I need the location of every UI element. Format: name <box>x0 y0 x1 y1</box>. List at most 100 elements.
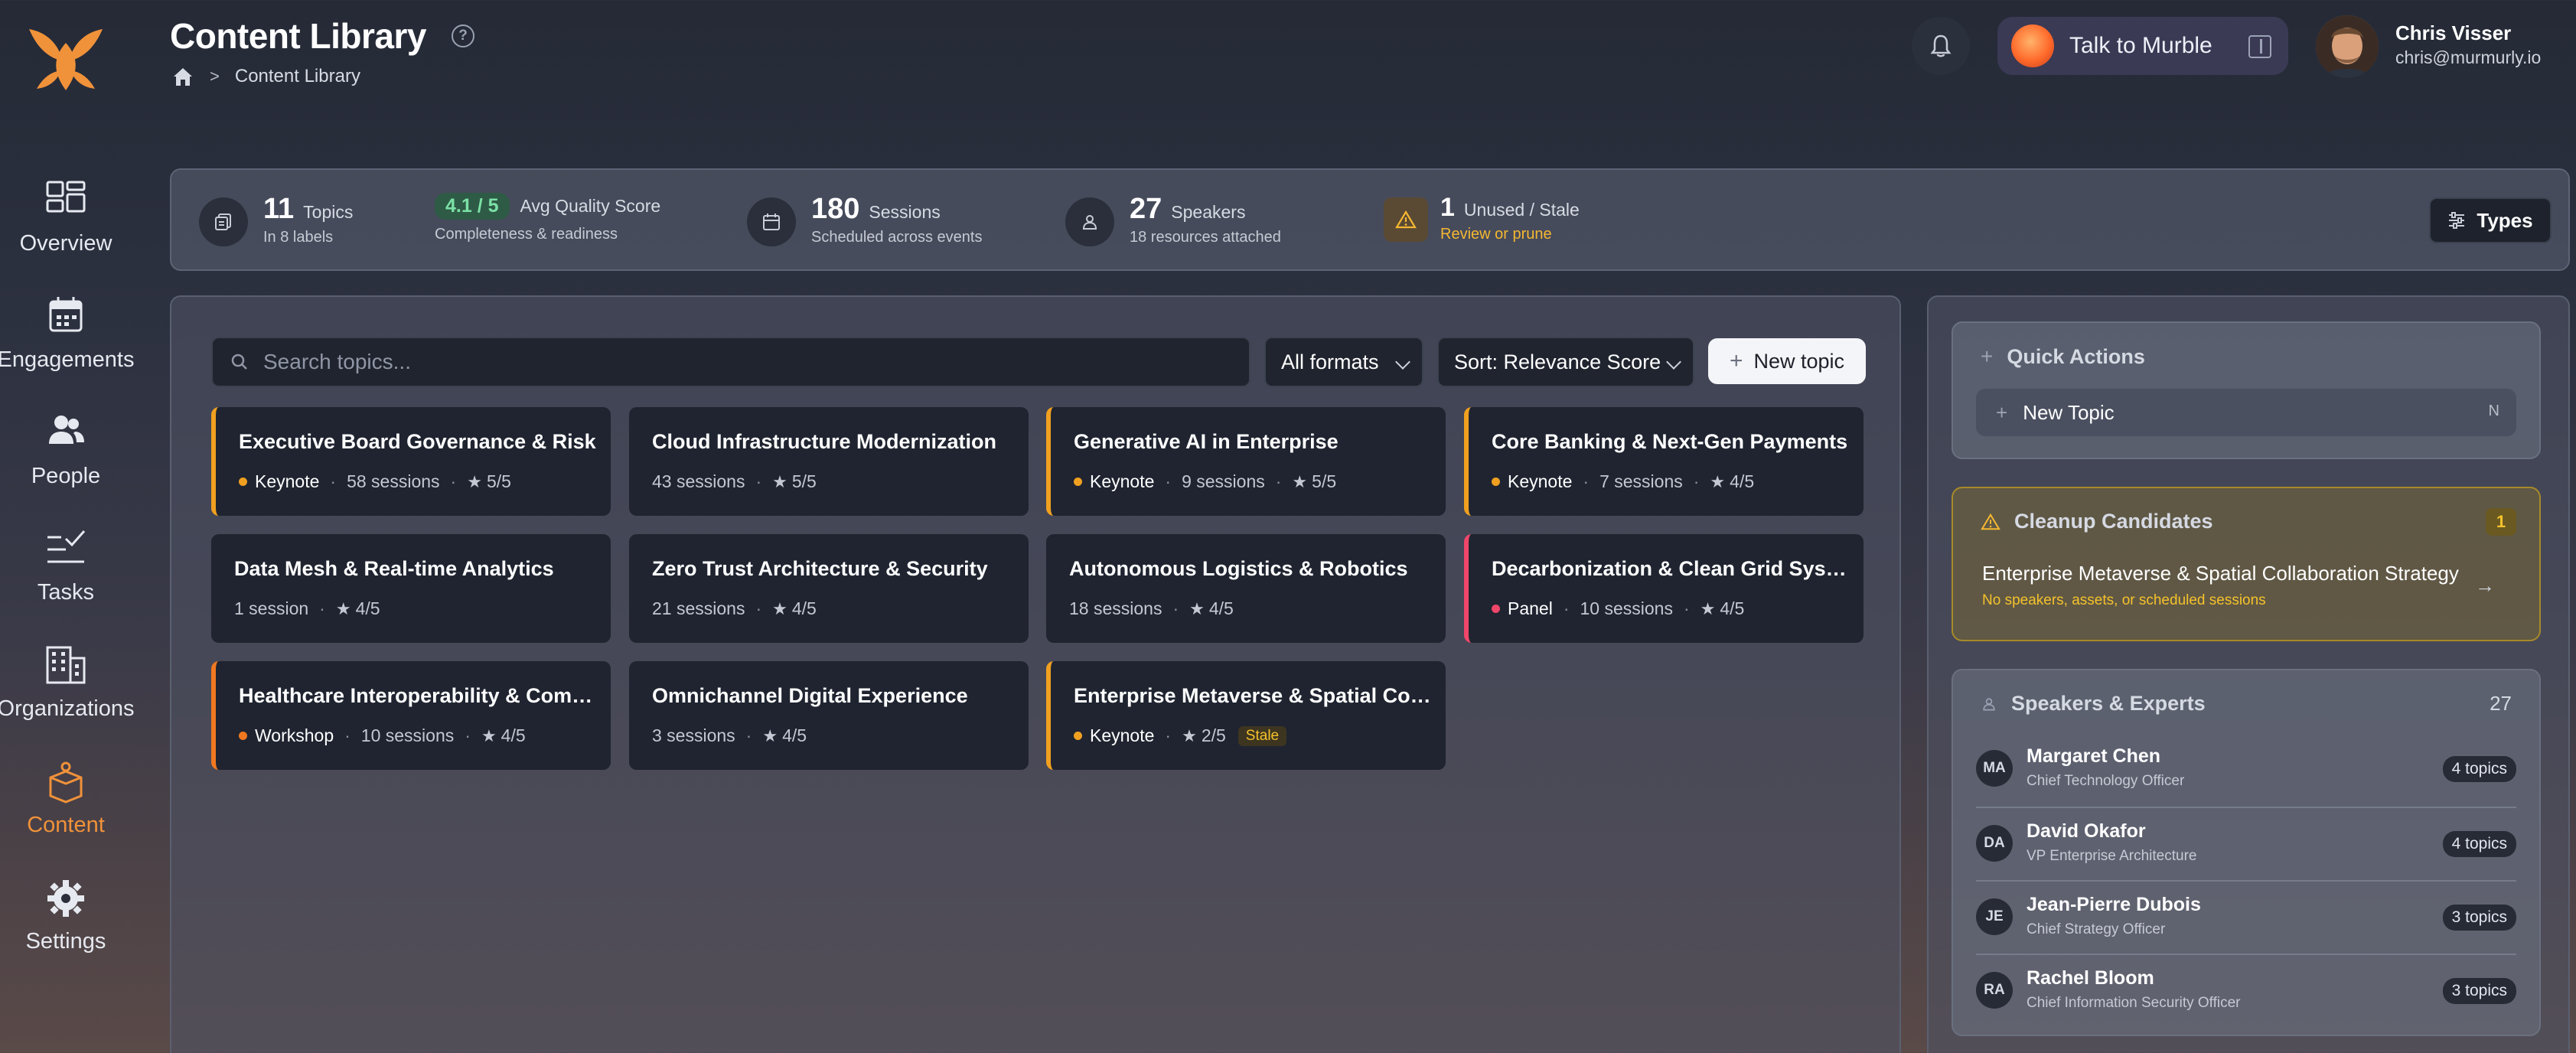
speaker-row[interactable]: DA David Okafor VP Enterprise Architecture… <box>1976 807 2516 880</box>
topic-sessions: 21 sessions <box>652 598 745 618</box>
speaker-role: Chief Information Security Officer <box>2027 995 2241 1011</box>
star-icon: ★ <box>1189 599 1205 618</box>
nav-label: Overview <box>19 231 112 256</box>
topic-card[interactable]: Healthcare Interoperability & Compli... W… <box>211 661 611 770</box>
speakers-card: Speakers & Experts 27 MA Margaret Chen Chi… <box>1952 669 2541 1036</box>
nav-settings[interactable]: Settings <box>0 877 132 976</box>
topic-card[interactable]: Data Mesh & Real-time Analytics 1 session… <box>211 534 611 643</box>
topic-title: Core Banking & Next-Gen Payments <box>1492 430 1848 453</box>
types-button[interactable]: Types <box>2429 197 2552 243</box>
topic-format-label: Keynote <box>255 471 320 491</box>
stat-sub: 18 resources attached <box>1130 229 1281 246</box>
breadcrumb-current: Content Library <box>234 66 360 86</box>
new-topic-button[interactable]: + New topic <box>1708 338 1866 384</box>
sort-select[interactable]: Sort: Relevance Score <box>1437 337 1694 387</box>
warning-icon <box>1981 513 2000 530</box>
topic-sessions: 10 sessions <box>360 725 455 745</box>
speaker-topics-badge: 3 topics <box>2442 905 2516 931</box>
user-avatar[interactable] <box>2316 15 2379 78</box>
topic-sessions: 58 sessions <box>347 471 440 491</box>
topic-format: Keynote <box>1492 471 1572 492</box>
meta-separator: · <box>755 598 762 618</box>
side-panel: + Quick Actions + New Topic N Cleanup Ca… <box>1927 295 2570 1053</box>
meta-separator: · <box>1563 598 1570 618</box>
format-dot <box>1074 478 1082 486</box>
nav-organizations[interactable]: Organizations <box>0 644 134 744</box>
stat-unit: Speakers <box>1171 202 1246 222</box>
topic-title: Executive Board Governance & Risk <box>239 430 596 453</box>
topic-title: Cloud Infrastructure Modernization <box>652 430 997 453</box>
topic-title: Generative AI in Enterprise <box>1074 430 1339 453</box>
topic-score-value: 2/5 <box>1201 725 1226 745</box>
side-panel-icon[interactable] <box>2248 35 2271 58</box>
speaker-topics-badge: 4 topics <box>2442 831 2516 857</box>
search-input[interactable] <box>263 350 1182 374</box>
sliders-icon <box>2449 212 2465 229</box>
stat-quality: 4.1 / 5 Avg Quality Score Completeness &… <box>435 193 710 251</box>
talk-to-murble-button[interactable]: Talk to Murble <box>1997 17 2288 75</box>
topic-card[interactable]: Decarbonization & Clean Grid Syste... Pan… <box>1464 534 1864 643</box>
topic-format: Keynote <box>1074 725 1154 746</box>
meta-separator: · <box>1165 725 1172 745</box>
building-icon <box>46 646 86 684</box>
stat-sessions: 180 Sessions Scheduled across events <box>747 193 1022 251</box>
star-icon: ★ <box>335 599 351 618</box>
home-icon[interactable] <box>171 66 194 87</box>
topic-card[interactable]: Zero Trust Architecture & Security 21 ses… <box>629 534 1029 643</box>
topic-meta: Keynote · 7 sessions · ★ 4/5 <box>1492 471 1754 492</box>
meta-separator: · <box>1683 598 1690 618</box>
topic-card[interactable]: Core Banking & Next-Gen Payments Keynote ·… <box>1464 407 1864 516</box>
star-icon: ★ <box>481 726 497 745</box>
topic-score: ★ 4/5 <box>1189 598 1234 619</box>
topic-score: ★ 4/5 <box>772 598 817 619</box>
stat-speakers: 27 Speakers 18 resources attached <box>1065 193 1325 251</box>
speaker-row[interactable]: JE Jean-Pierre Dubois Chief Strategy Offic… <box>1976 880 2516 954</box>
speakers-title: Speakers & Experts <box>2011 692 2206 715</box>
nav-people[interactable]: People <box>0 412 132 511</box>
topic-format-label: Keynote <box>1090 725 1155 745</box>
topic-format-label: Keynote <box>1508 471 1573 491</box>
topic-card[interactable]: Generative AI in Enterprise Keynote · 9 ses… <box>1046 407 1446 516</box>
speaker-role: VP Enterprise Architecture <box>2027 848 2197 864</box>
topic-card[interactable]: Autonomous Logistics & Robotics 18 sessio… <box>1046 534 1446 643</box>
notifications-button[interactable] <box>1912 17 1970 75</box>
user-email: chris@murmurly.io <box>2395 47 2542 67</box>
meta-separator: · <box>1583 471 1590 491</box>
nav-tasks[interactable]: Tasks <box>0 528 132 628</box>
topic-card[interactable]: Executive Board Governance & Risk Keynote… <box>211 407 611 516</box>
speaker-topics-badge: 4 topics <box>2442 756 2516 782</box>
speaker-role: Chief Technology Officer <box>2027 773 2185 789</box>
speaker-avatar: RA <box>1976 972 2013 1009</box>
stat-unused[interactable]: 1 Unused / Stale Review or prune <box>1384 193 1644 251</box>
topic-score: ★ 4/5 <box>1710 471 1754 492</box>
meta-separator: · <box>344 725 351 745</box>
meta-separator: · <box>1275 471 1282 491</box>
topic-score-value: 5/5 <box>791 471 817 491</box>
quick-action-new-topic[interactable]: + New Topic N <box>1976 389 2516 436</box>
format-filter-select[interactable]: All formats <box>1264 337 1423 387</box>
nav-content[interactable]: Content <box>0 761 132 860</box>
cleanup-item-reason: No speakers, assets, or scheduled sessio… <box>1982 592 2266 608</box>
user-photo <box>2316 15 2379 78</box>
topic-card[interactable]: Cloud Infrastructure Modernization 43 ses… <box>629 407 1029 516</box>
nav-overview[interactable]: Overview <box>0 179 132 279</box>
quick-actions-header: + Quick Actions <box>1981 344 2145 369</box>
topic-score-value: 4/5 <box>1730 471 1755 491</box>
topic-card[interactable]: Enterprise Metaverse & Spatial Colla... K… <box>1046 661 1446 770</box>
quick-actions-card: + Quick Actions + New Topic N <box>1952 321 2541 459</box>
help-icon[interactable]: ? <box>452 24 474 47</box>
nav-engagements[interactable]: Engagements <box>0 295 134 395</box>
topic-title: Enterprise Metaverse & Spatial Colla... <box>1074 684 1433 707</box>
arrow-right-icon[interactable]: → <box>2475 574 2495 598</box>
speaker-row[interactable]: RA Rachel Bloom Chief Information Security… <box>1976 954 2516 1027</box>
speaker-row[interactable]: MA Margaret Chen Chief Technology Officer 4… <box>1976 733 2516 807</box>
murble-label: Talk to Murble <box>2069 33 2212 58</box>
murble-avatar <box>2011 24 2054 67</box>
topic-card[interactable]: Omnichannel Digital Experience 3 sessions… <box>629 661 1029 770</box>
topic-meta: 43 sessions · ★ 5/5 <box>652 471 817 492</box>
topic-format: Keynote <box>1074 471 1154 492</box>
murmurly-logo[interactable] <box>23 20 109 93</box>
search-box[interactable] <box>211 337 1251 387</box>
speaker-role: Chief Strategy Officer <box>2027 921 2166 937</box>
stats-bar: 11 Topics In 8 labels 4.1 / 5 Avg Quality… <box>170 168 2570 271</box>
